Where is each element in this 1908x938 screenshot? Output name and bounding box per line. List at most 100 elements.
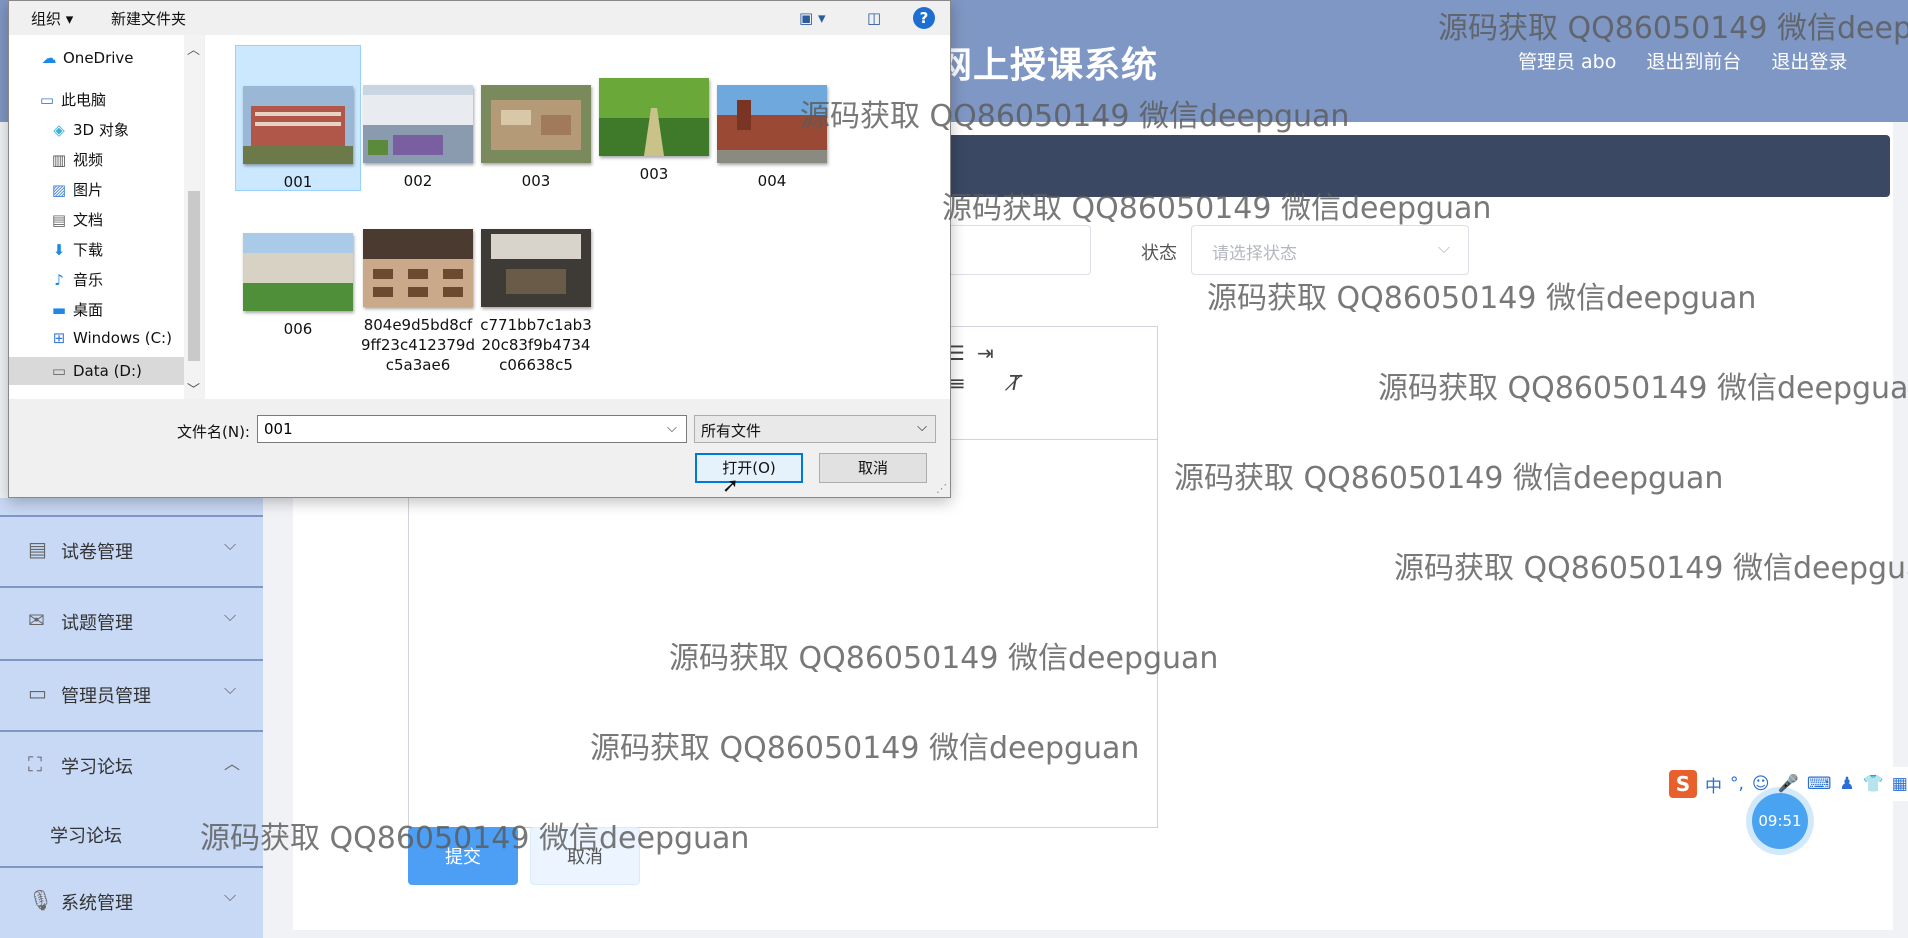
scroll-down-icon[interactable]: ﹀: [187, 379, 200, 398]
nav-item-this-pc[interactable]: ▭ 此电脑: [37, 89, 106, 115]
sidebar-item-label: 系统管理: [61, 893, 133, 914]
punctuation-icon[interactable]: °,: [1730, 774, 1744, 794]
sidebar-item-system[interactable]: 🎙 系统管理 ⌵: [0, 866, 263, 937]
microphone-icon[interactable]: 🎤: [1778, 774, 1799, 794]
chevron-down-icon[interactable]: ⌵: [667, 421, 677, 436]
admin-user-link[interactable]: 管理员 abo: [1518, 47, 1616, 74]
keyboard-icon[interactable]: ⌨: [1807, 774, 1832, 794]
cube-icon: ◈: [53, 121, 65, 139]
campus-courtyard-thumbnail: [363, 85, 473, 163]
sidebar-item-label: 试题管理: [61, 613, 133, 634]
nav-label: 图片: [73, 181, 104, 199]
sidebar-item-exam-papers[interactable]: ▤ 试卷管理 ⌵: [0, 515, 263, 586]
nav-item-onedrive[interactable]: ☁ OneDrive: [39, 49, 134, 75]
files-pane: 001 002 003 003 004 006 804e9d5bd8cf9ff2…: [205, 35, 950, 399]
microphone-icon: 🎙: [28, 888, 54, 912]
nav-label: 桌面: [73, 301, 104, 319]
file-name: 003: [521, 172, 551, 190]
user-icon[interactable]: ♟: [1839, 774, 1854, 794]
emoji-icon[interactable]: ☺: [1752, 774, 1770, 794]
nav-item-downloads[interactable]: ⬇ 下载: [49, 239, 103, 265]
status-select[interactable]: 请选择状态 ⌵: [1191, 225, 1469, 275]
scroll-up-icon[interactable]: ︿: [187, 39, 200, 58]
chevron-down-icon: ⌵: [224, 886, 237, 905]
status-label: 状态: [1141, 243, 1177, 264]
chevron-down-icon: ⌵: [224, 679, 237, 698]
sidebar-subitem-forum[interactable]: 学习论坛: [50, 822, 122, 848]
file-item[interactable]: 002: [355, 85, 481, 191]
school-building-thumbnail: [243, 86, 353, 164]
page-title: 网上授课系统: [936, 45, 1159, 86]
red-building-thumbnail: [717, 85, 827, 163]
nav-label: Windows (C:): [73, 329, 172, 347]
music-icon: ♪: [54, 271, 64, 289]
help-icon[interactable]: ?: [913, 7, 935, 29]
download-icon: ⬇: [52, 241, 66, 259]
file-item[interactable]: 006: [235, 233, 361, 339]
clear-format-icon[interactable]: T̸: [1009, 371, 1021, 395]
header-links: 管理员 abo 退出到前台 退出登录: [1518, 47, 1847, 74]
scroll-thumb[interactable]: [188, 191, 200, 361]
sidebar-item-questions[interactable]: ✉ 试题管理 ⌵: [0, 586, 263, 657]
preview-pane-icon[interactable]: ◫: [867, 9, 881, 27]
file-item[interactable]: 004: [709, 85, 835, 191]
file-open-dialog: 组织 ▾ 新建文件夹 ▣ ▾ ◫ ? ☁ OneDrive ▭ 此电脑 ◈ 3D 对象…: [8, 0, 951, 498]
campus-aerial-thumbnail: [481, 85, 591, 163]
cancel-button[interactable]: 取消: [530, 827, 640, 885]
file-name: c771bb7c1ab320c83f9b4734c06638c5: [480, 316, 592, 374]
fullscreen-icon: ⛶: [28, 752, 42, 776]
file-item[interactable]: 003: [473, 85, 599, 191]
nav-item-drive-d[interactable]: ▭ Data (D:): [9, 357, 184, 385]
navigation-pane: ☁ OneDrive ▭ 此电脑 ◈ 3D 对象 ▥ 视频 ▨ 图片 ▤ 文档 ⬇ 下载 ♪ 音…: [9, 35, 185, 399]
file-name: 004: [757, 172, 787, 190]
grid-icon[interactable]: ▦: [1892, 774, 1908, 794]
ime-mode[interactable]: 中: [1705, 772, 1722, 797]
sogou-logo-icon[interactable]: S: [1669, 770, 1697, 798]
chevron-down-icon: ⌵: [224, 606, 237, 625]
tree-path-thumbnail: [599, 78, 709, 156]
nav-item-documents[interactable]: ▤ 文档: [49, 209, 103, 235]
indent-icon[interactable]: ⇥: [977, 341, 994, 365]
file-item[interactable]: 001: [235, 45, 361, 191]
new-folder-button[interactable]: 新建文件夹: [111, 8, 186, 29]
nav-item-3d-objects[interactable]: ◈ 3D 对象: [49, 119, 129, 145]
video-icon: ▥: [51, 151, 67, 169]
filename-input[interactable]: [257, 415, 687, 443]
desktop-icon: ▬: [51, 301, 67, 319]
resize-grip-icon[interactable]: ⋰: [936, 482, 947, 495]
submit-button[interactable]: 提交: [408, 827, 518, 885]
sidebar-item-admins[interactable]: ▭ 管理员管理 ⌵: [0, 659, 263, 730]
file-item[interactable]: c771bb7c1ab320c83f9b4734c06638c5: [473, 229, 599, 375]
file-item[interactable]: 804e9d5bd8cf9ff23c412379dc5a3ae6: [355, 229, 481, 375]
nav-scrollbar[interactable]: ︿ ﹀: [184, 35, 204, 399]
nav-item-pictures[interactable]: ▨ 图片: [49, 179, 103, 205]
filename-label: 文件名(N):: [177, 423, 250, 441]
nav-label: 文档: [73, 211, 104, 229]
nav-label: 此电脑: [61, 91, 107, 109]
chevron-up-icon: ︿: [224, 754, 241, 773]
nav-item-music[interactable]: ♪ 音乐: [49, 269, 103, 295]
back-to-front-link[interactable]: 退出到前台: [1646, 47, 1741, 74]
sidebar-item-label: 试卷管理: [61, 542, 133, 563]
sidebar: ▤ 试卷管理 ⌵ ✉ 试题管理 ⌵ ▭ 管理员管理 ⌵ ⛶ 学习论坛 ︿ 🎙 系…: [0, 498, 263, 938]
dialog-cancel-button[interactable]: 取消: [819, 453, 927, 483]
nav-item-drive-c[interactable]: ⊞ Windows (C:): [49, 329, 172, 355]
organize-button[interactable]: 组织 ▾: [31, 8, 73, 29]
nav-label: 下载: [73, 241, 104, 259]
nav-label: 音乐: [73, 271, 104, 289]
sidebar-item-label: 管理员管理: [61, 686, 151, 707]
sidebar-item-forum[interactable]: ⛶ 学习论坛 ︿: [0, 730, 263, 801]
filetype-select[interactable]: 所有文件 ⌵: [694, 415, 936, 443]
skin-icon[interactable]: 👕: [1863, 774, 1884, 794]
open-button[interactable]: 打开(O): [695, 453, 803, 483]
logout-link[interactable]: 退出登录: [1771, 47, 1847, 74]
nav-item-desktop[interactable]: ▬ 桌面: [49, 299, 103, 325]
file-item[interactable]: 003: [591, 78, 717, 184]
nav-item-videos[interactable]: ▥ 视频: [49, 149, 103, 175]
classroom-thumbnail: [363, 229, 473, 307]
view-options-icon[interactable]: ▣ ▾: [799, 9, 825, 27]
clock-badge[interactable]: 09:51: [1752, 793, 1808, 849]
chevron-down-icon: ⌵: [1437, 238, 1450, 257]
nav-label: 视频: [73, 151, 104, 169]
align-right-icon[interactable]: ≡: [949, 371, 966, 395]
